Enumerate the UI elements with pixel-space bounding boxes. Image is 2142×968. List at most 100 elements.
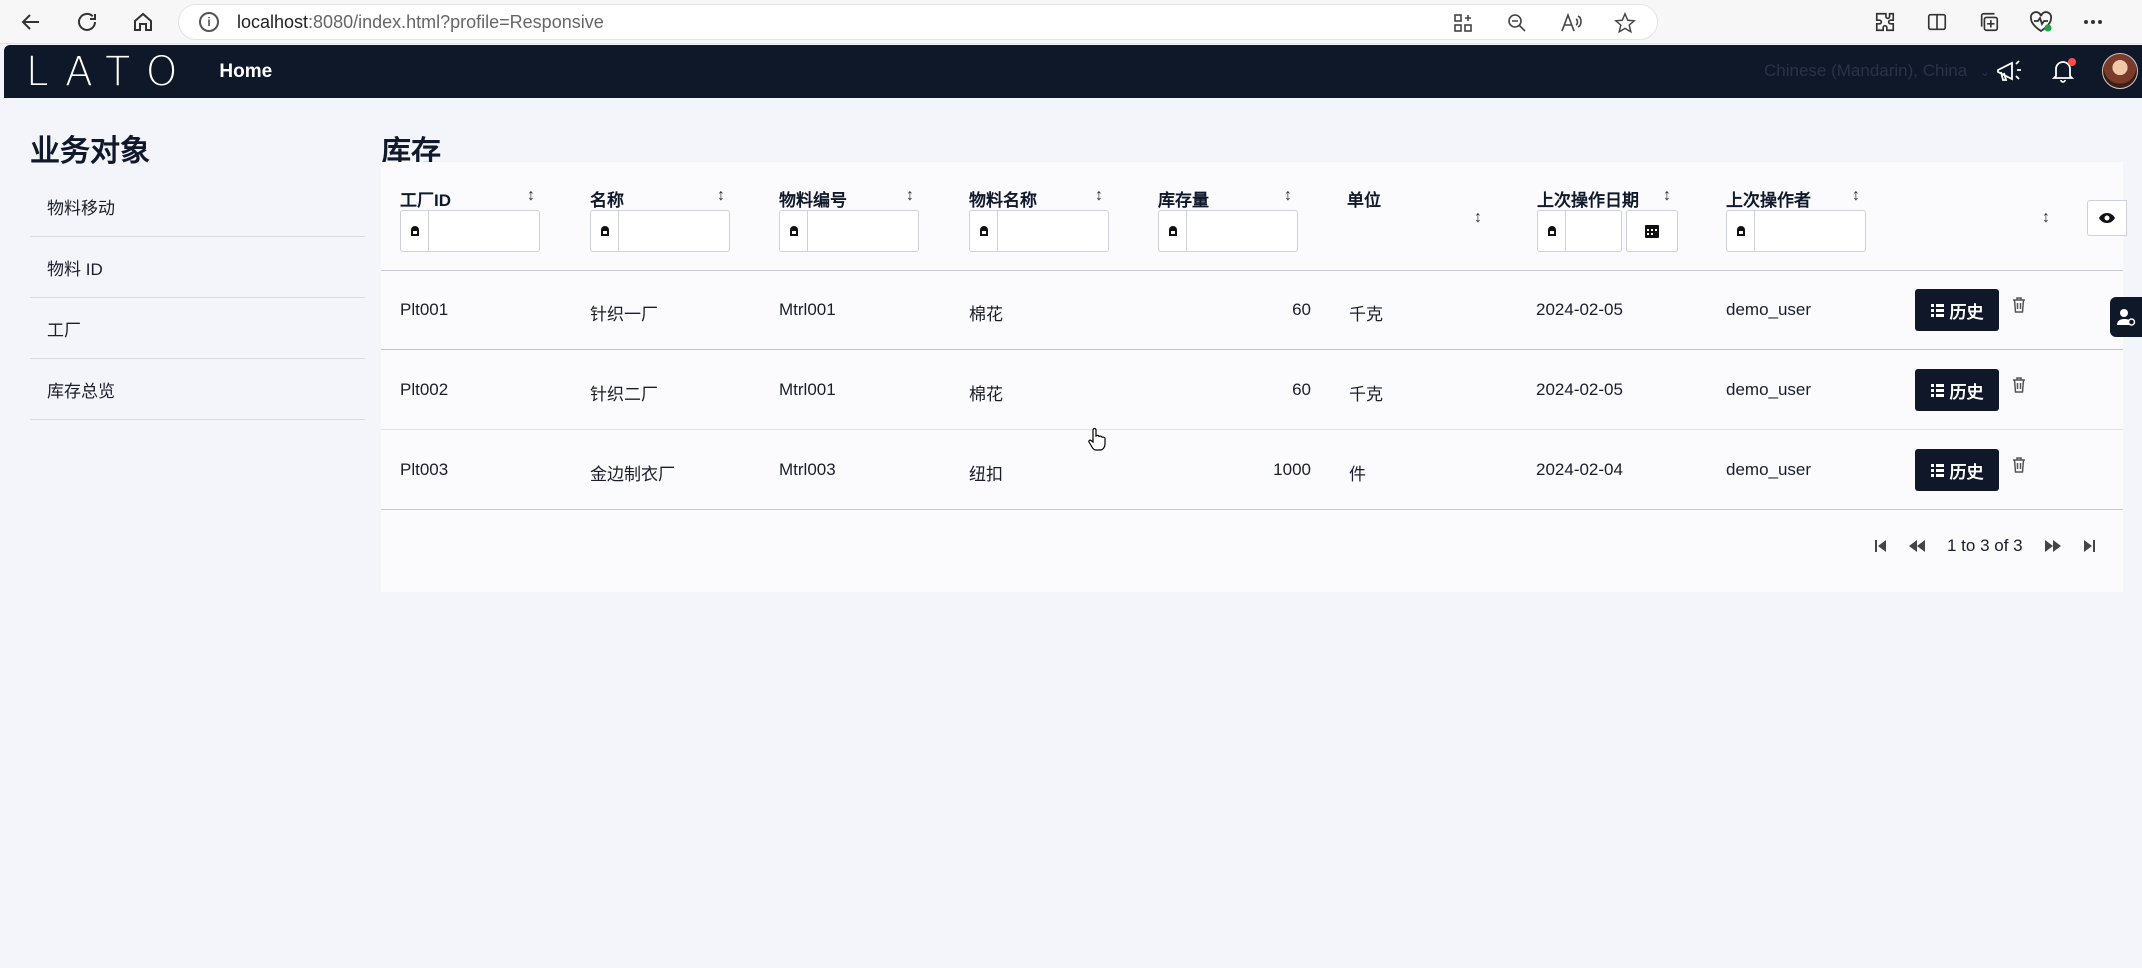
cell-material-name: 棉花 xyxy=(969,305,1003,324)
sort-icon[interactable]: ↕ xyxy=(903,186,917,206)
cell-unit: 件 xyxy=(1349,465,1366,484)
sidebar-item-inventory-overview[interactable]: 库存总览 xyxy=(30,359,365,420)
cell-name: 针织二厂 xyxy=(590,385,658,404)
sidebar-item-material-movement[interactable]: 物料移动 xyxy=(30,176,365,237)
filter-icon[interactable] xyxy=(1727,211,1755,251)
lato-logo[interactable]: LATO xyxy=(26,52,193,92)
cell-material-name: 棉花 xyxy=(969,385,1003,404)
column-header-material-no[interactable]: 物料编号 xyxy=(779,186,847,211)
sort-icon[interactable]: ↕ xyxy=(1660,186,1674,206)
url-host: localhost xyxy=(237,11,309,32)
home-icon[interactable] xyxy=(120,0,166,44)
trash-icon[interactable] xyxy=(2012,457,2028,475)
filter-icon[interactable] xyxy=(780,211,808,251)
history-button[interactable]: 历史 xyxy=(1915,449,1999,491)
cell-unit: 千克 xyxy=(1349,385,1383,404)
cell-last-date: 2024-02-05 xyxy=(1536,300,1623,319)
cell-last-date: 2024-02-05 xyxy=(1536,380,1623,399)
split-screen-icon[interactable] xyxy=(1924,9,1950,35)
cell-material-no: Mtrl001 xyxy=(779,380,836,399)
page-summary: 1 to 3 of 3 xyxy=(1947,536,2023,555)
cell-last-user: demo_user xyxy=(1726,460,1812,479)
more-icon[interactable] xyxy=(2080,9,2106,35)
sort-icon[interactable]: ↕ xyxy=(2039,208,2053,228)
eye-icon xyxy=(2099,213,2115,223)
column-header-last-user[interactable]: 上次操作者 xyxy=(1726,186,1811,211)
apps-icon[interactable] xyxy=(1451,11,1475,35)
back-icon[interactable] xyxy=(8,0,54,44)
sidebar: 业务对象 物料移动 物料 ID 工厂 库存总览 xyxy=(30,126,365,420)
filter-name[interactable] xyxy=(590,210,730,252)
notification-bell-icon[interactable] xyxy=(2048,56,2078,86)
column-header-material-name[interactable]: 物料名称 xyxy=(969,186,1037,211)
trash-icon[interactable] xyxy=(2012,377,2028,395)
browser-toolbar: i localhost:8080/index.html?profile=Resp… xyxy=(0,0,2142,44)
cell-plant-id: Plt002 xyxy=(400,380,449,399)
next-page-icon[interactable] xyxy=(2043,536,2063,556)
sidebar-title: 业务对象 xyxy=(30,135,150,168)
filter-material-name[interactable] xyxy=(969,210,1109,252)
filter-icon[interactable] xyxy=(1538,211,1566,251)
home-link[interactable]: Home xyxy=(219,61,272,83)
cell-name: 金边制衣厂 xyxy=(590,465,675,484)
last-page-icon[interactable] xyxy=(2079,536,2099,556)
zoom-out-icon[interactable] xyxy=(1505,11,1529,35)
filter-icon[interactable] xyxy=(970,211,998,251)
sort-icon[interactable]: ↕ xyxy=(524,186,538,206)
sort-icon[interactable]: ↕ xyxy=(1849,186,1863,206)
filter-icon[interactable] xyxy=(1159,211,1187,251)
column-header-last-date[interactable]: 上次操作日期 xyxy=(1537,186,1639,211)
cell-last-date: 2024-02-04 xyxy=(1536,460,1623,479)
first-page-icon[interactable] xyxy=(1871,536,1891,556)
cell-plant-id: Plt001 xyxy=(400,300,449,319)
grid-icon xyxy=(1930,463,1944,477)
user-avatar[interactable] xyxy=(2102,53,2138,89)
column-header-name[interactable]: 名称 xyxy=(590,186,624,211)
table-row[interactable]: Plt001 针织一厂 Mtrl001 棉花 60 千克 2024-02-05 … xyxy=(381,271,2123,350)
url-rest: :8080/index.html?profile=Responsive xyxy=(308,11,604,32)
language-select[interactable]: Chinese (Mandarin), China ⌄ xyxy=(1764,61,1990,81)
favorite-icon[interactable] xyxy=(1613,11,1637,35)
sort-icon[interactable]: ↕ xyxy=(714,186,728,206)
sidebar-item-plant[interactable]: 工厂 xyxy=(30,298,365,359)
grid-icon xyxy=(1930,383,1944,397)
pagination: 1 to 3 of 3 xyxy=(1863,534,2107,558)
info-icon[interactable]: i xyxy=(199,12,219,32)
filter-plant-id[interactable] xyxy=(400,210,540,252)
extensions-icon[interactable] xyxy=(1872,9,1898,35)
history-button[interactable]: 历史 xyxy=(1915,369,1999,411)
trash-icon[interactable] xyxy=(2012,297,2028,315)
refresh-icon[interactable] xyxy=(64,0,110,44)
sidebar-item-material-id[interactable]: 物料 ID xyxy=(30,237,365,298)
filter-quantity[interactable] xyxy=(1158,210,1298,252)
column-header-plant-id[interactable]: 工厂ID xyxy=(400,186,451,211)
filter-icon[interactable] xyxy=(401,211,429,251)
cell-material-name: 纽扣 xyxy=(969,465,1003,484)
table-row[interactable]: Plt002 针织二厂 Mtrl001 棉花 60 千克 2024-02-05 … xyxy=(381,351,2123,430)
user-panel-tab[interactable] xyxy=(2110,297,2142,337)
filter-material-no[interactable] xyxy=(779,210,919,252)
filter-last-user[interactable] xyxy=(1726,210,1866,252)
health-icon[interactable] xyxy=(2028,9,2054,35)
collections-icon[interactable] xyxy=(1976,9,2002,35)
notification-dot xyxy=(2068,58,2076,66)
sort-icon[interactable]: ↕ xyxy=(1471,208,1485,228)
history-label: 历史 xyxy=(1949,462,1984,482)
address-bar[interactable]: i localhost:8080/index.html?profile=Resp… xyxy=(178,4,1658,40)
calendar-button[interactable] xyxy=(1626,210,1678,252)
sort-icon[interactable]: ↕ xyxy=(1092,186,1106,206)
url-text[interactable]: localhost:8080/index.html?profile=Respon… xyxy=(237,12,604,33)
language-label: Chinese (Mandarin), China xyxy=(1764,61,1968,80)
filter-last-date[interactable] xyxy=(1537,210,1622,252)
announcement-icon[interactable] xyxy=(1994,56,2024,86)
history-button[interactable]: 历史 xyxy=(1915,289,1999,331)
column-header-quantity[interactable]: 库存量 xyxy=(1158,186,1209,211)
filter-icon[interactable] xyxy=(591,211,619,251)
sort-icon[interactable]: ↕ xyxy=(1281,186,1295,206)
previous-page-icon[interactable] xyxy=(1907,536,1927,556)
cell-last-user: demo_user xyxy=(1726,300,1812,319)
table-row[interactable]: Plt003 金边制衣厂 Mtrl003 纽扣 1000 件 2024-02-0… xyxy=(381,431,2123,510)
read-aloud-icon[interactable] xyxy=(1559,11,1583,35)
column-header-unit[interactable]: 单位 xyxy=(1347,186,1381,211)
column-visibility-button[interactable] xyxy=(2087,200,2127,236)
